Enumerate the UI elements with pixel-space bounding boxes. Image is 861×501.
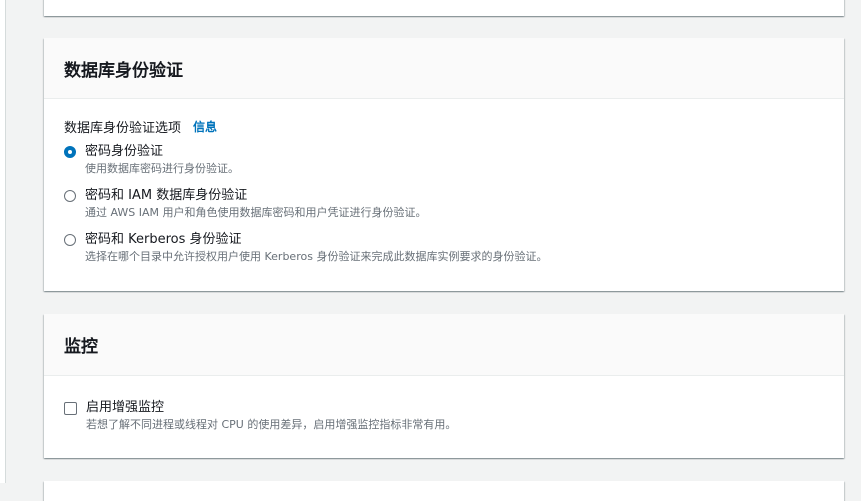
- monitoring-header: 监控: [44, 314, 844, 376]
- radio-password-iam[interactable]: [64, 190, 76, 202]
- monitoring-title: 监控: [64, 337, 98, 357]
- auth-option-password-kerberos[interactable]: 密码和 Kerberos 身份验证 选择在哪个目录中允许授权用户使用 Kerbe…: [64, 231, 824, 265]
- database-auth-header: 数据库身份验证: [44, 38, 844, 99]
- auth-option-password-description: 使用数据库密码进行身份验证。: [85, 162, 239, 175]
- auth-option-password[interactable]: 密码身份验证 使用数据库密码进行身份验证。: [64, 143, 824, 177]
- radio-password-selected[interactable]: [64, 146, 76, 158]
- info-link[interactable]: 信息: [193, 118, 217, 135]
- auth-option-password-text: 密码身份验证 使用数据库密码进行身份验证。: [85, 143, 239, 177]
- auth-option-password-kerberos-description: 选择在哪个目录中允许授权用户使用 Kerberos 身份验证来完成此数据库实例要…: [85, 250, 548, 263]
- auth-option-password-kerberos-text: 密码和 Kerberos 身份验证 选择在哪个目录中允许授权用户使用 Kerbe…: [85, 231, 547, 265]
- monitoring-panel: 监控 启用增强监控 若想了解不同进程或线程对 CPU 的使用差异，启用增强监控指…: [44, 314, 844, 458]
- enhanced-monitoring-label: 启用增强监控: [86, 400, 165, 415]
- database-auth-panel: 数据库身份验证 数据库身份验证选项 信息 密码身份验证 使用数据库密码进行身份验…: [44, 38, 844, 291]
- auth-option-password-iam-text: 密码和 IAM 数据库身份验证 通过 AWS IAM 用户和角色使用数据库密码和…: [85, 187, 427, 221]
- database-auth-body: 数据库身份验证选项 信息 密码身份验证 使用数据库密码进行身份验证。 密码和 I…: [44, 99, 844, 265]
- database-auth-title: 数据库身份验证: [64, 60, 183, 81]
- auth-option-password-kerberos-label: 密码和 Kerberos 身份验证: [85, 232, 242, 247]
- monitoring-body: 启用增强监控 若想了解不同进程或线程对 CPU 的使用差异，启用增强监控指标非常…: [44, 376, 844, 433]
- auth-option-password-iam-label: 密码和 IAM 数据库身份验证: [85, 188, 248, 203]
- enhanced-monitoring-text: 启用增强监控 若想了解不同进程或线程对 CPU 的使用差异，启用增强监控指标非常…: [86, 399, 456, 433]
- auth-option-password-iam[interactable]: 密码和 IAM 数据库身份验证 通过 AWS IAM 用户和角色使用数据库密码和…: [64, 187, 824, 221]
- previous-panel-partial: [44, 0, 844, 16]
- enhanced-monitoring-description: 若想了解不同进程或线程对 CPU 的使用差异，启用增强监控指标非常有用。: [86, 418, 457, 431]
- left-edge-strip: [0, 0, 6, 483]
- auth-options-label: 数据库身份验证选项: [64, 120, 182, 136]
- radio-password-kerberos[interactable]: [64, 234, 76, 246]
- auth-options-label-row: 数据库身份验证选项 信息: [64, 117, 824, 136]
- enhanced-monitoring-option[interactable]: 启用增强监控 若想了解不同进程或线程对 CPU 的使用差异，启用增强监控指标非常…: [64, 399, 824, 433]
- auth-option-password-iam-description: 通过 AWS IAM 用户和角色使用数据库密码和用户凭证进行身份验证。: [85, 206, 427, 219]
- enhanced-monitoring-checkbox[interactable]: [64, 402, 77, 415]
- next-panel-partial: [44, 481, 844, 501]
- auth-option-password-label: 密码身份验证: [85, 144, 164, 159]
